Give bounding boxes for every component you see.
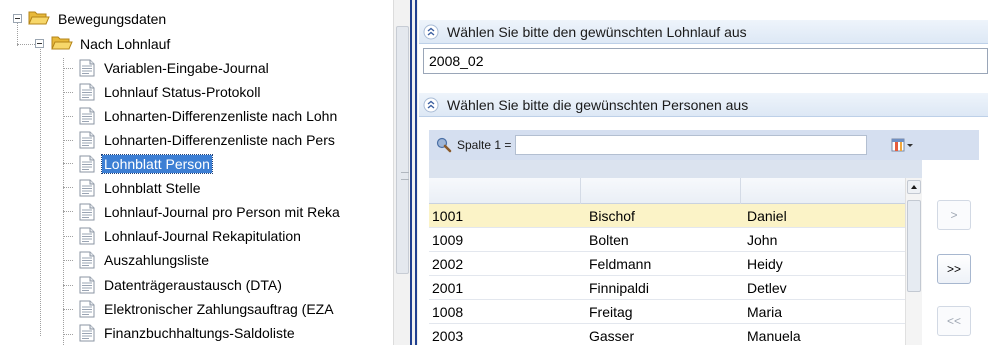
tree-item-label: Lohnblatt Stelle (104, 180, 201, 196)
tree-node-bewegungsdaten[interactable]: Bewegungsdaten (56, 8, 168, 30)
folder-open-icon (28, 11, 50, 25)
tree-item-label: Lohnlauf Status-Protokoll (104, 84, 261, 100)
tree-item-label: Lohnblatt Person (101, 154, 213, 174)
report-document-icon (79, 59, 95, 77)
grid-scrollbar[interactable] (905, 178, 922, 345)
report-document-icon (79, 203, 95, 221)
report-document-icon (79, 107, 95, 125)
collapse-bewegungsdaten-icon[interactable] (13, 14, 22, 23)
cell-name: Freitag (589, 304, 633, 320)
lohnlauf-section-header[interactable]: Wählen Sie bitte den gewünschten Lohnlau… (419, 20, 988, 44)
cell-name: Gasser (589, 328, 635, 344)
cell-vorname: Daniel (747, 208, 787, 224)
section-title: Wählen Sie bitte die gewünschten Persone… (447, 96, 749, 113)
cell-nr: 1001 (432, 208, 464, 224)
tree-scrollbar[interactable] (393, 0, 410, 345)
filter-input[interactable] (515, 135, 868, 155)
tree-item-label: Datenträgeraustausch (DTA) (104, 277, 282, 293)
report-document-icon (79, 276, 95, 294)
section-title: Wählen Sie bitte den gewünschten Lohnlau… (447, 23, 747, 40)
tree-item[interactable]: Datenträgeraustausch (DTA) (102, 274, 284, 296)
lohnlauf-field[interactable]: 2008_02 (423, 48, 988, 74)
tree-item[interactable]: Lohnblatt Person (101, 153, 213, 175)
column-header[interactable] (581, 178, 741, 204)
report-document-icon (79, 324, 95, 342)
add-selected-button[interactable]: > (937, 200, 971, 230)
report-document-icon (79, 251, 95, 269)
tree-item[interactable]: Lohnlauf-Journal pro Person mit Reka (102, 201, 342, 223)
tree-item-label: Lohnlauf-Journal pro Person mit Reka (104, 204, 340, 220)
tree-item-label: Lohnarten-Differenzenliste nach Pers (104, 132, 335, 148)
cell-name: Feldmann (589, 256, 652, 272)
tree-item-label: Elektronischer Zahlungsauftrag (EZA (104, 301, 334, 317)
tree-item[interactable]: Lohnblatt Stelle (102, 177, 203, 199)
report-document-icon (79, 83, 95, 101)
filter-label: Spalte 1 = (457, 138, 512, 152)
grid-header (429, 178, 905, 204)
column-chooser-icon[interactable] (891, 137, 915, 153)
tree-item-label: Finanzbuchhaltungs-Saldoliste (104, 325, 295, 341)
tree-item[interactable]: Lohnlauf-Journal Rekapitulation (102, 225, 303, 247)
report-document-icon (79, 179, 95, 197)
cell-name: Finnipaldi (589, 280, 649, 296)
cell-name: Bolten (589, 232, 629, 248)
tree-item[interactable]: Lohnarten-Differenzenliste nach Lohn (102, 105, 339, 127)
cell-vorname: Manuela (747, 328, 801, 344)
tree-item[interactable]: Auszahlungsliste (102, 249, 211, 271)
table-row[interactable]: 2001 Finnipaldi Detlev (429, 276, 905, 300)
scrollbar-thumb[interactable] (396, 26, 409, 274)
lohnlauf-value: 2008_02 (429, 53, 484, 69)
cell-nr: 2001 (432, 280, 464, 296)
cell-nr: 2003 (432, 328, 464, 344)
table-row[interactable]: 2002 Feldmann Heidy (429, 252, 905, 276)
personen-section-header[interactable]: Wählen Sie bitte die gewünschten Persone… (419, 93, 988, 117)
collapse-chevron-icon[interactable] (423, 24, 439, 40)
report-document-icon (79, 155, 95, 173)
report-document-icon (79, 131, 95, 149)
report-tree[interactable]: Bewegungsdaten Nach Lohnlauf Variablen-E… (0, 0, 393, 345)
collapse-nach-lohnlauf-icon[interactable] (35, 39, 44, 48)
search-icon (436, 137, 452, 153)
panel-splitter[interactable] (410, 0, 418, 345)
cell-nr: 2002 (432, 256, 464, 272)
table-row[interactable]: 2003 Gasser Manuela (429, 324, 905, 345)
folder-open-icon (51, 36, 73, 50)
collapse-chevron-icon[interactable] (423, 97, 439, 113)
cell-nr: 1008 (432, 304, 464, 320)
table-row[interactable]: 1008 Freitag Maria (429, 300, 905, 324)
remove-all-button[interactable]: << (937, 306, 971, 336)
filter-bar: Spalte 1 = (429, 130, 979, 160)
personen-grid[interactable]: 1001 Bischof Daniel 1009 Bolten John 2002 Feldm… (429, 160, 922, 345)
column-header[interactable] (741, 178, 905, 204)
table-row[interactable]: 1009 Bolten John (429, 228, 905, 252)
tree-item-label: Auszahlungsliste (104, 252, 210, 268)
add-all-button[interactable]: >> (937, 254, 971, 284)
cell-vorname: Heidy (747, 256, 783, 272)
cell-name: Bischof (589, 208, 635, 224)
cell-vorname: Maria (747, 304, 783, 320)
tree-item-label: Lohnarten-Differenzenliste nach Lohn (104, 108, 338, 124)
tree-item-label: Variablen-Eingabe-Journal (104, 60, 269, 76)
table-row[interactable]: 1001 Bischof Daniel (429, 204, 905, 228)
tree-item[interactable]: Variablen-Eingabe-Journal (102, 57, 271, 79)
tree-item[interactable]: Lohnlauf Status-Protokoll (102, 81, 262, 103)
report-document-icon (79, 227, 95, 245)
tree-node-nach-lohnlauf[interactable]: Nach Lohnlauf (78, 33, 172, 55)
tree-item[interactable]: Finanzbuchhaltungs-Saldoliste (102, 322, 297, 344)
tree-item-label: Lohnlauf-Journal Rekapitulation (104, 228, 301, 244)
cell-vorname: John (747, 232, 778, 248)
tree-node-label: Bewegungsdaten (58, 11, 167, 27)
tree-item[interactable]: Elektronischer Zahlungsauftrag (EZA (102, 298, 336, 320)
scrollbar-thumb[interactable] (907, 200, 921, 292)
column-header[interactable] (429, 178, 581, 204)
cell-vorname: Detlev (747, 280, 787, 296)
tree-item[interactable]: Lohnarten-Differenzenliste nach Pers (102, 129, 337, 151)
scroll-up-icon[interactable] (907, 180, 921, 194)
parameter-panel: Wählen Sie bitte den gewünschten Lohnlau… (419, 0, 988, 345)
tree-node-label: Nach Lohnlauf (80, 36, 171, 52)
cell-nr: 1009 (432, 232, 464, 248)
report-document-icon (79, 300, 95, 318)
